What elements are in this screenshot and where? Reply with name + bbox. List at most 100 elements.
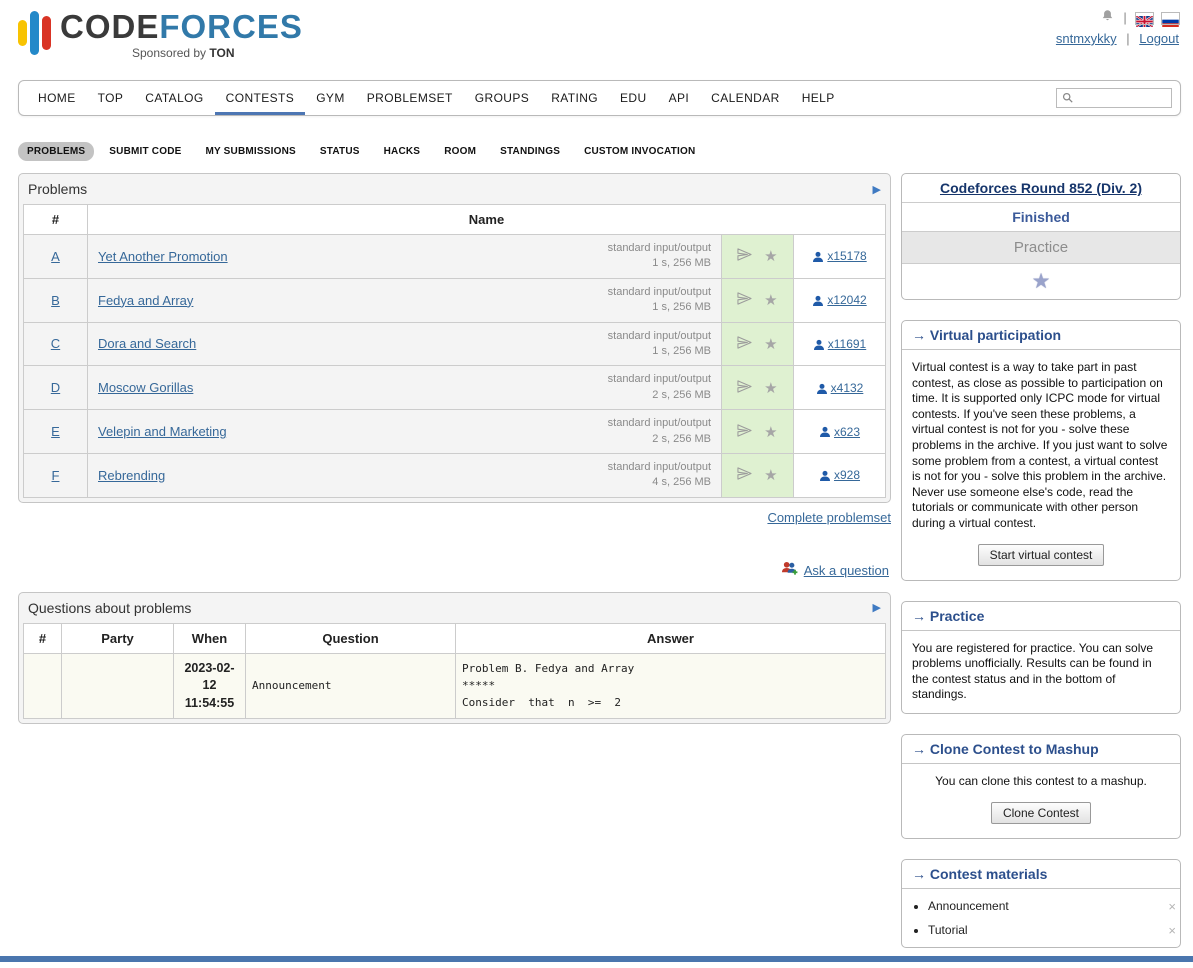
search-input[interactable]: [1077, 90, 1166, 106]
problem-letter-link[interactable]: A: [51, 249, 60, 264]
problem-letter-link[interactable]: D: [51, 380, 60, 395]
favorite-star-icon[interactable]: ★: [764, 247, 777, 265]
submit-plane-icon[interactable]: [737, 335, 752, 353]
expand-arrow-icon[interactable]: ▶: [873, 183, 881, 196]
subnav-status[interactable]: STATUS: [311, 142, 369, 161]
contest-subnav: PROBLEMS SUBMIT CODE MY SUBMISSIONS STAT…: [18, 142, 1181, 161]
header-utility-row: |: [1056, 8, 1179, 29]
nav-item-home[interactable]: HOME: [27, 81, 87, 115]
problem-name-link[interactable]: Fedya and Array: [98, 293, 193, 308]
problem-letter-link[interactable]: C: [51, 336, 60, 351]
problem-limits: standard input/output1 s, 256 MB: [608, 329, 711, 360]
submit-plane-icon[interactable]: [737, 423, 752, 441]
contest-materials-title: → Contest materials: [902, 860, 1180, 889]
nav-item-gym[interactable]: GYM: [305, 81, 356, 115]
notification-bell-icon[interactable]: [1101, 8, 1114, 29]
problem-letter-link[interactable]: E: [51, 424, 60, 439]
problem-limits: standard input/output4 s, 256 MB: [608, 460, 711, 491]
expand-arrow-icon[interactable]: ▶: [873, 601, 881, 614]
solved-count-link[interactable]: x928: [834, 468, 860, 482]
col-header-num: #: [24, 623, 62, 653]
solved-count-link[interactable]: x11691: [828, 337, 866, 351]
favorite-star-icon[interactable]: ★: [764, 379, 777, 397]
close-icon[interactable]: ×: [1168, 923, 1176, 938]
practice-box: → Practice You are registered for practi…: [901, 601, 1181, 714]
problem-limits: standard input/output2 s, 256 MB: [608, 416, 711, 447]
table-row: D Moscow Gorillas standard input/output2…: [24, 366, 886, 410]
subnav-my-submissions[interactable]: MY SUBMISSIONS: [196, 142, 304, 161]
logo-bars-icon: [18, 10, 51, 56]
start-virtual-contest-button[interactable]: Start virtual contest: [978, 544, 1105, 566]
nav-item-help[interactable]: HELP: [791, 81, 846, 115]
subnav-problems[interactable]: PROBLEMS: [18, 142, 94, 161]
nav-item-edu[interactable]: EDU: [609, 81, 658, 115]
close-icon[interactable]: ×: [1168, 899, 1176, 914]
problem-limits: standard input/output2 s, 256 MB: [608, 372, 711, 403]
clone-contest-button[interactable]: Clone Contest: [991, 802, 1091, 824]
problem-letter-link[interactable]: F: [52, 468, 60, 483]
nav-item-catalog[interactable]: CATALOG: [134, 81, 214, 115]
favorite-star-icon[interactable]: ★: [764, 423, 777, 441]
logout-link[interactable]: Logout: [1139, 31, 1179, 46]
problem-name-link[interactable]: Dora and Search: [98, 336, 196, 351]
ask-question-link[interactable]: Ask a question: [804, 563, 889, 578]
material-item: × Tutorial: [928, 923, 1180, 937]
solved-count-link[interactable]: x15178: [827, 249, 866, 263]
username-link[interactable]: sntmxykky: [1056, 31, 1117, 46]
uk-flag-icon[interactable]: [1136, 13, 1153, 24]
problem-limits: standard input/output1 s, 256 MB: [608, 285, 711, 316]
favorite-star-icon[interactable]: ★: [764, 335, 777, 353]
solved-count-link[interactable]: x12042: [827, 293, 866, 307]
contest-title-link[interactable]: Codeforces Round 852 (Div. 2): [940, 180, 1142, 196]
problem-letter-link[interactable]: B: [51, 293, 60, 308]
problem-name-link[interactable]: Moscow Gorillas: [98, 380, 193, 395]
nav-item-api[interactable]: API: [658, 81, 701, 115]
answer-text-cell: Problem B. Fedya and Array ***** Conside…: [456, 653, 886, 719]
table-row: C Dora and Search standard input/output1…: [24, 322, 886, 366]
contest-mode: Practice: [902, 232, 1180, 264]
table-row: F Rebrending standard input/output4 s, 2…: [24, 453, 886, 497]
contest-materials-box: → Contest materials × Announcement × Tut…: [901, 859, 1181, 948]
subnav-submit-code[interactable]: SUBMIT CODE: [100, 142, 190, 161]
problems-caption: Problems: [28, 181, 87, 197]
search-icon: [1062, 91, 1073, 106]
problem-name-link[interactable]: Velepin and Marketing: [98, 424, 227, 439]
submit-plane-icon[interactable]: [737, 379, 752, 397]
material-item: × Announcement: [928, 899, 1180, 913]
nav-item-contests[interactable]: CONTESTS: [215, 81, 306, 115]
subnav-custom-invocation[interactable]: CUSTOM INVOCATION: [575, 142, 704, 161]
material-tutorial-link[interactable]: Tutorial: [928, 923, 968, 937]
codeforces-logo[interactable]: CODEFORCES Sponsored by TON: [18, 10, 303, 60]
subnav-room[interactable]: ROOM: [435, 142, 485, 161]
subnav-standings[interactable]: STANDINGS: [491, 142, 569, 161]
submit-plane-icon[interactable]: [737, 291, 752, 309]
clone-mashup-title: → Clone Contest to Mashup: [902, 735, 1180, 764]
col-header-num: #: [24, 205, 88, 235]
favorite-star-icon[interactable]: ★: [764, 291, 777, 309]
favorite-contest-star-icon[interactable]: ★: [1032, 270, 1051, 293]
submit-plane-icon[interactable]: [737, 247, 752, 265]
table-row: B Fedya and Array standard input/output1…: [24, 278, 886, 322]
submit-plane-icon[interactable]: [737, 466, 752, 484]
logo-tagline: Sponsored by TON: [60, 46, 303, 60]
favorite-star-icon[interactable]: ★: [764, 466, 777, 484]
problem-limits: standard input/output1 s, 256 MB: [608, 241, 711, 272]
solved-count-link[interactable]: x4132: [831, 381, 864, 395]
solvers-person-icon: [812, 251, 824, 263]
complete-problemset-link[interactable]: Complete problemset: [767, 510, 891, 525]
practice-text: You are registered for practice. You can…: [902, 631, 1180, 713]
solved-count-link[interactable]: x623: [834, 425, 860, 439]
practice-title: → Practice: [902, 602, 1180, 631]
col-header-name: Name: [88, 205, 886, 235]
nav-item-rating[interactable]: RATING: [540, 81, 609, 115]
problem-name-link[interactable]: Yet Another Promotion: [98, 249, 228, 264]
problem-name-link[interactable]: Rebrending: [98, 468, 165, 483]
nav-item-top[interactable]: TOP: [87, 81, 135, 115]
nav-item-problemset[interactable]: PROBLEMSET: [356, 81, 464, 115]
material-announcement-link[interactable]: Announcement: [928, 899, 1009, 913]
subnav-hacks[interactable]: HACKS: [375, 142, 430, 161]
nav-item-groups[interactable]: GROUPS: [464, 81, 540, 115]
questions-table: # Party When Question Answer 2023-0: [23, 623, 886, 720]
ru-flag-icon[interactable]: [1162, 13, 1179, 24]
nav-item-calendar[interactable]: CALENDAR: [700, 81, 791, 115]
